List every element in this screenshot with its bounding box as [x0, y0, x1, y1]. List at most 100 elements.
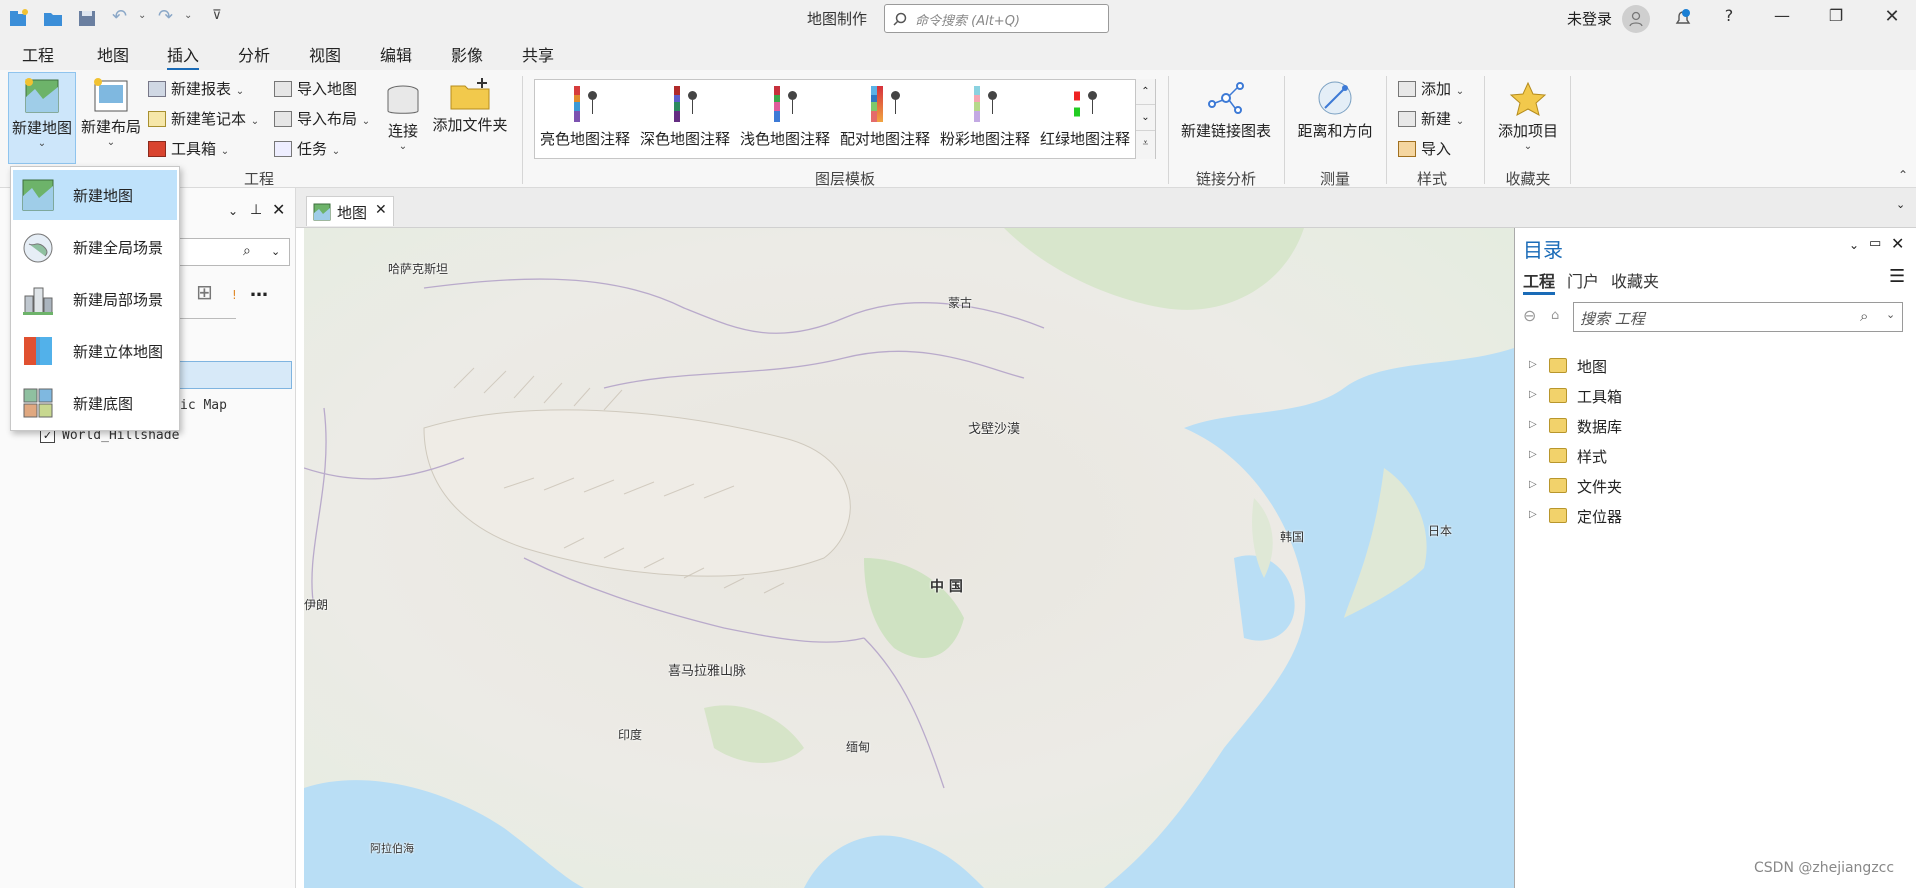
gallery-scroll-up-icon[interactable]: ⌃: [1136, 79, 1155, 105]
search-options-icon[interactable]: ⌄: [1886, 308, 1895, 321]
new-link-chart-button[interactable]: 新建链接图表: [1176, 78, 1276, 158]
dropdown-new-local-scene[interactable]: 新建局部场景: [13, 274, 177, 324]
map-label: 印度: [618, 728, 643, 742]
import-layout-button[interactable]: 导入布局 ⌄: [274, 108, 370, 129]
new-notebook-button[interactable]: 新建笔记本 ⌄: [148, 108, 259, 129]
back-icon[interactable]: ⊖: [1523, 306, 1536, 325]
add-folder-button[interactable]: 添加文件夹: [430, 76, 510, 156]
ribbon-separator: [1570, 76, 1571, 184]
home-icon[interactable]: ⌂: [1551, 308, 1559, 323]
tab-edit[interactable]: 编辑: [380, 42, 412, 66]
template-light-annotation[interactable]: 亮色地图注释: [537, 86, 633, 149]
dropdown-new-global-scene[interactable]: 新建全局场景: [13, 222, 177, 272]
login-status[interactable]: 未登录: [1567, 8, 1612, 29]
connect-label: 连接: [387, 122, 418, 140]
catalog-tab-project[interactable]: 工程: [1523, 268, 1556, 295]
dropdown-new-map[interactable]: 新建地图: [13, 170, 177, 220]
toolbox-label: 工具箱: [171, 140, 217, 158]
template-red-green-annotation[interactable]: 红绿地图注释: [1037, 86, 1133, 149]
command-search-input[interactable]: 命令搜索 (Alt+Q): [884, 4, 1109, 33]
map-label: 日本: [1428, 524, 1453, 538]
folder-icon: [1549, 358, 1567, 373]
gallery-expand-icon[interactable]: ⩡: [1136, 131, 1155, 157]
toolbox-icon: [148, 141, 166, 157]
undo-dropdown-icon[interactable]: ⌄: [138, 10, 146, 21]
tab-analysis[interactable]: 分析: [238, 42, 270, 66]
new-map-dropdown: 新建地图 新建全局场景 新建局部场景 新建立体地图 新建底图: [10, 166, 180, 431]
tab-map[interactable]: 地图: [97, 42, 129, 66]
add-layer-icon[interactable]: ⊞: [196, 280, 213, 304]
style-add-button[interactable]: 添加 ⌄: [1398, 78, 1464, 99]
template-label: 浅色地图注释: [739, 130, 830, 148]
close-tab-icon[interactable]: ✕: [375, 202, 387, 218]
pane-options-icon[interactable]: ⌄: [228, 204, 238, 218]
map-view-tab[interactable]: 地图 ✕: [306, 196, 394, 226]
restore-button[interactable]: ❐: [1822, 6, 1850, 30]
tab-project[interactable]: 工程: [22, 42, 54, 66]
style-import-label: 导入: [1421, 140, 1452, 158]
search-options-icon[interactable]: ⌄: [271, 245, 280, 258]
gallery-scroll-down-icon[interactable]: ⌄: [1136, 105, 1155, 131]
tab-insert[interactable]: 插入: [167, 42, 200, 71]
new-project-icon[interactable]: [8, 8, 30, 28]
map-label: 缅甸: [846, 740, 871, 754]
style-import-button[interactable]: 导入: [1398, 138, 1451, 159]
help-icon[interactable]: ?: [1715, 6, 1743, 30]
tab-view[interactable]: 视图: [309, 42, 341, 66]
dropdown-new-stereo-map[interactable]: 新建立体地图: [13, 326, 177, 376]
menu-icon[interactable]: ☰: [1889, 266, 1905, 287]
avatar[interactable]: [1622, 5, 1650, 33]
maximize-pane-icon[interactable]: ▭: [1869, 236, 1881, 251]
pin-icon[interactable]: ⊥: [250, 202, 262, 218]
template-paired-annotation[interactable]: 配对地图注释: [837, 86, 933, 149]
import-map-button[interactable]: 导入地图: [274, 78, 357, 99]
toolbox-button[interactable]: 工具箱 ⌄: [148, 138, 229, 159]
new-layout-button[interactable]: 新建布局 ⌄: [78, 74, 144, 164]
report-icon: [148, 81, 166, 97]
search-icon: [893, 12, 907, 26]
catalog-search-input[interactable]: 搜索 工程 ⌕ ⌄: [1573, 302, 1903, 332]
pane-options-icon[interactable]: ⌄: [1849, 238, 1859, 252]
more-options-icon[interactable]: …: [250, 280, 268, 301]
new-map-button[interactable]: 新建地图 ⌄: [8, 72, 76, 164]
style-new-button[interactable]: 新建 ⌄: [1398, 108, 1464, 129]
connect-button[interactable]: 连接 ⌄: [380, 84, 426, 164]
title-bar: ↶ ⌄ ↷ ⌄ ⊽ 地图制作 命令搜索 (Alt+Q) 未登录 ? — ❐ ✕: [0, 0, 1916, 38]
new-report-button[interactable]: 新建报表 ⌄: [148, 78, 244, 99]
add-folder-label: 添加文件夹: [432, 116, 508, 134]
dropdown-label: 新建底图: [73, 395, 134, 413]
chevron-down-icon: ⌄: [1523, 141, 1533, 152]
notification-bell-icon[interactable]: [1672, 7, 1694, 29]
map-label: 戈壁沙漠: [968, 422, 1021, 437]
close-pane-icon[interactable]: ✕: [1891, 234, 1904, 253]
distance-direction-icon: [1318, 81, 1352, 115]
style-new-icon: [1398, 111, 1416, 127]
tasks-button[interactable]: 任务 ⌄: [274, 138, 340, 159]
template-shaded-annotation[interactable]: 浅色地图注释: [737, 86, 833, 149]
catalog-tab-portal[interactable]: 门户: [1567, 268, 1599, 292]
tab-list-icon[interactable]: ⌄: [1896, 198, 1905, 211]
template-dark-annotation[interactable]: 深色地图注释: [637, 86, 733, 149]
layer-topographic-map[interactable]: ic Map: [180, 398, 227, 413]
catalog-tab-favorites[interactable]: 收藏夹: [1611, 268, 1659, 292]
dropdown-new-basemap[interactable]: 新建底图: [13, 378, 177, 428]
open-project-icon[interactable]: [42, 8, 64, 28]
add-item-button[interactable]: 添加项目 ⌄: [1492, 80, 1564, 160]
template-label: 配对地图注释: [839, 130, 930, 148]
tab-imagery[interactable]: 影像: [451, 42, 483, 66]
template-pastel-annotation[interactable]: 粉彩地图注释: [937, 86, 1033, 149]
close-pane-icon[interactable]: ✕: [272, 200, 285, 219]
redo-dropdown-icon[interactable]: ⌄: [184, 10, 192, 21]
redo-icon[interactable]: ↷: [158, 6, 173, 27]
folder-icon: [1549, 418, 1567, 433]
tab-share[interactable]: 共享: [522, 42, 554, 66]
undo-icon[interactable]: ↶: [112, 6, 127, 27]
close-window-button[interactable]: ✕: [1878, 6, 1906, 30]
distance-direction-button[interactable]: 距离和方向: [1292, 78, 1378, 158]
map-view[interactable]: 哈萨克斯坦 蒙古 戈壁沙漠 韩国 日本 中 国 伊朗 喜马拉雅山脉 印度 缅甸 …: [304, 228, 1514, 888]
save-project-icon[interactable]: [76, 8, 98, 28]
dropdown-label: 新建地图: [73, 187, 134, 205]
minimize-button[interactable]: —: [1768, 6, 1796, 30]
customize-toolbar-icon[interactable]: ⊽: [212, 8, 222, 23]
collapse-ribbon-icon[interactable]: ⌃: [1898, 168, 1908, 182]
